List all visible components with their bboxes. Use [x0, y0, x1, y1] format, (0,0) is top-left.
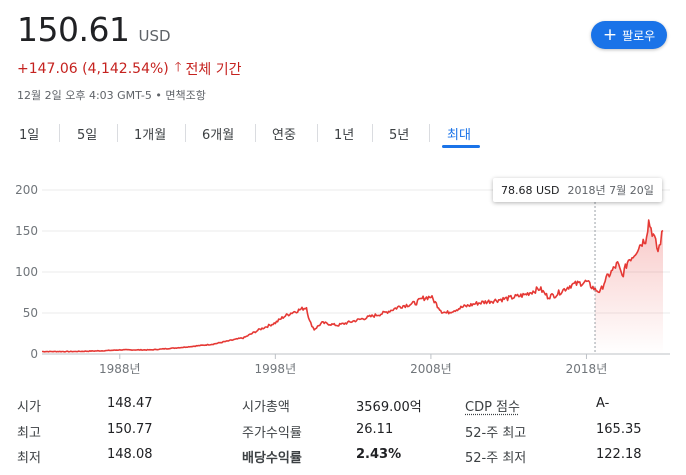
change-period: 전체 기간 — [185, 62, 242, 78]
tab-1d[interactable]: 1일 — [19, 118, 39, 148]
stat-label-pe-ratio: 주가수익률 — [242, 426, 302, 441]
tab-max[interactable]: 최대 — [447, 118, 471, 148]
chart-tooltip: 78.68 USD 2018년 7월 20일 — [493, 178, 662, 202]
y-tick-label: 150 — [15, 224, 38, 238]
x-tick-label: 2018년 — [566, 362, 608, 376]
tab-divider — [429, 124, 430, 142]
stat-value-low: 148.08 — [107, 447, 153, 462]
active-tab-indicator — [442, 145, 480, 148]
tab-divider — [317, 124, 318, 142]
tab-1y[interactable]: 1년 — [334, 118, 354, 148]
tab-divider — [372, 124, 373, 142]
tab-divider — [117, 124, 118, 142]
plus-icon: + — [602, 24, 618, 45]
stat-label-cdp-score[interactable]: CDP 점수 — [465, 396, 520, 415]
stat-label-market-cap: 시가총액 — [242, 400, 290, 415]
price-change: +147.06 (4,142.54%) 🡑 전체 기간 — [17, 58, 242, 80]
quote-timestamp[interactable]: 12월 2일 오후 4:03 GMT-5 • 면책조항 — [17, 87, 206, 103]
range-tabs: 1일 5일 1개월 6개월 연중 1년 5년 최대 — [0, 118, 686, 150]
series-area — [595, 220, 663, 354]
current-price: 150.61 — [17, 10, 130, 49]
tab-1m[interactable]: 1개월 — [134, 118, 166, 148]
stat-label-dividend-yield: 배당수익률 — [242, 451, 302, 466]
stats-row: 최고 150.77 주가수익률 26.11 52-주 최고 165.35 — [17, 422, 677, 444]
series-line — [42, 219, 664, 353]
x-tick-label: 1988년 — [99, 362, 141, 376]
currency-label: USD — [138, 27, 171, 45]
y-tick-label: 0 — [30, 347, 38, 361]
follow-button-label: 팔로우 — [622, 28, 656, 43]
stat-label-52w-low: 52-주 최저 — [465, 451, 527, 466]
x-tick-label: 1998년 — [255, 362, 297, 376]
tooltip-date: 2018년 7월 20일 — [567, 184, 654, 197]
x-tick-label: 2008년 — [410, 362, 452, 376]
stat-label-low: 최저 — [17, 451, 41, 466]
stat-value-dividend-yield: 2.43% — [356, 447, 402, 462]
stats-row: 시가 148.47 시가총액 3569.00억 CDP 점수 A- — [17, 396, 677, 418]
tab-5d[interactable]: 5일 — [77, 118, 97, 148]
tab-6m[interactable]: 6개월 — [202, 118, 234, 148]
stat-value-pe-ratio: 26.11 — [356, 422, 394, 437]
tab-ytd[interactable]: 연중 — [272, 118, 296, 148]
stat-value-market-cap: 3569.00억 — [356, 400, 422, 415]
stat-value-52w-low: 122.18 — [596, 447, 642, 462]
stats-row: 최저 148.08 배당수익률 2.43% 52-주 최저 122.18 — [17, 447, 677, 469]
stat-value-cdp-score: A- — [596, 396, 610, 411]
tab-5y[interactable]: 5년 — [389, 118, 409, 148]
y-tick-label: 50 — [23, 306, 38, 320]
stat-label-52w-high: 52-주 최고 — [465, 426, 527, 441]
y-tick-label: 200 — [15, 183, 38, 197]
follow-button[interactable]: + 팔로우 — [591, 21, 667, 49]
stat-value-high: 150.77 — [107, 422, 153, 437]
tooltip-value: 78.68 USD — [501, 183, 560, 197]
tab-divider — [185, 124, 186, 142]
change-value: +147.06 (4,142.54%) — [17, 61, 169, 77]
stat-value-52w-high: 165.35 — [596, 422, 642, 437]
price-header: 150.61 USD — [17, 10, 171, 49]
tab-divider — [255, 124, 256, 142]
stat-value-open: 148.47 — [107, 396, 153, 411]
arrow-up-icon: 🡑 — [174, 60, 182, 75]
tab-divider — [59, 124, 60, 142]
stat-label-high: 최고 — [17, 426, 41, 441]
stat-label-open: 시가 — [17, 400, 41, 415]
y-tick-label: 100 — [15, 265, 38, 279]
